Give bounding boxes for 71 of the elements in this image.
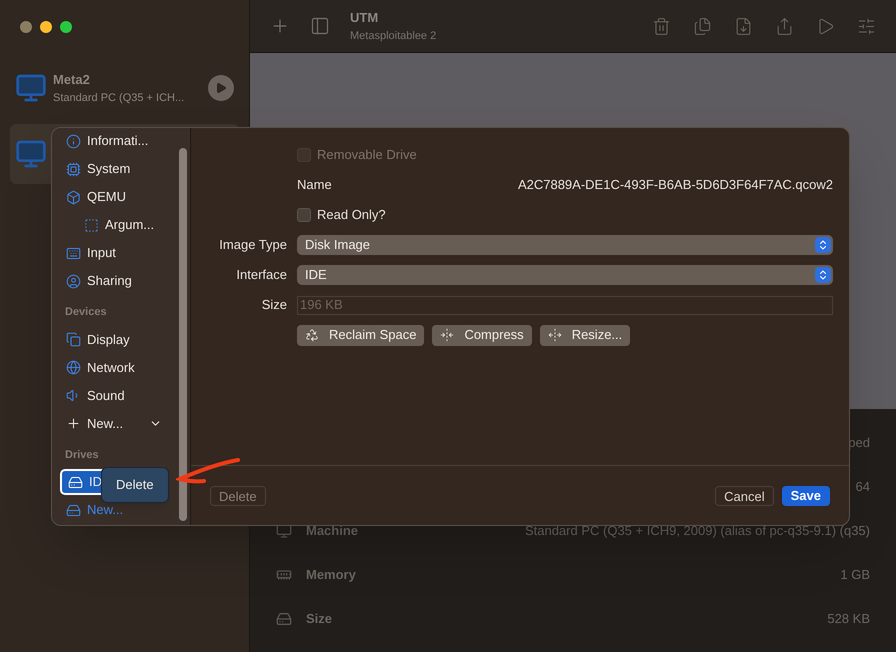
sidebar-item[interactable]: QEMU (60, 184, 168, 210)
sidebar-item[interactable]: Sound (60, 382, 168, 408)
action-button[interactable]: Reclaim Space (297, 324, 424, 346)
play-icon (215, 82, 227, 94)
sidebar-icon[interactable] (310, 16, 330, 36)
checkbox[interactable] (297, 208, 311, 222)
sidebar-item[interactable]: Informati... (60, 128, 168, 154)
menu-item[interactable]: Delete (104, 470, 166, 500)
scrollbar[interactable] (179, 148, 187, 521)
cube-icon (66, 190, 81, 204)
zoom-button[interactable] (60, 21, 72, 33)
recycle-icon (305, 328, 319, 342)
stepper-icon (815, 237, 831, 253)
detail-value: 1 GB (840, 566, 870, 584)
document-download-icon[interactable] (734, 16, 753, 36)
field-label: Size (260, 296, 287, 314)
sidebar-item[interactable]: Argum... (78, 212, 168, 238)
text-field-icon (84, 218, 99, 232)
window-subtitle: Metasploitablee 2 (350, 28, 438, 44)
settings-icon[interactable] (857, 16, 876, 36)
globe-icon (66, 360, 81, 375)
close-button[interactable] (20, 21, 32, 33)
detail-value: 528 KB (827, 610, 870, 628)
play-button[interactable] (208, 75, 234, 101)
drive-icon (68, 474, 83, 490)
detail-label: Size (306, 610, 332, 628)
sidebar-item[interactable]: Network (60, 354, 168, 380)
expand-icon (548, 328, 562, 342)
detail-label: Machine (306, 522, 358, 540)
detail-label: Memory (306, 566, 356, 584)
checkbox-label: Read Only? (317, 206, 386, 224)
drive-icon (276, 611, 292, 627)
copy-icon[interactable] (693, 16, 712, 36)
monitor-icon (15, 72, 47, 104)
vm-subtitle: Standard PC (Q35 + ICH... (53, 90, 186, 106)
drive-icon (66, 502, 81, 518)
detail-value: Standard PC (Q35 + ICH9, 2009) (alias of pc-q35-9.1) (q35) (524, 522, 870, 540)
action-button[interactable]: Compress (432, 324, 532, 346)
minimize-button[interactable] (40, 21, 52, 33)
field-label: Image Type (218, 236, 287, 254)
checkbox-label: Removable Drive (317, 146, 417, 164)
share-icon[interactable] (775, 16, 794, 36)
stepper-icon (815, 267, 831, 283)
window-title: UTM (350, 9, 380, 27)
info-icon (66, 134, 81, 148)
sidebar-item[interactable]: Input (60, 240, 168, 266)
plus-icon (66, 416, 81, 431)
name-value: A2C7889A-DE1C-493F-B6AB-5D6D3F64F7AC.qcow2 (518, 176, 833, 194)
sidebar-item[interactable]: New... (60, 410, 168, 436)
save-button[interactable]: Save (782, 486, 830, 506)
select-field[interactable]: IDE (297, 265, 833, 285)
action-button[interactable]: Resize... (540, 324, 630, 346)
windows-icon (66, 332, 81, 347)
cancel-button[interactable]: Cancel (715, 486, 774, 506)
sidebar-item[interactable]: Display (60, 326, 168, 352)
user-icon (66, 274, 81, 288)
field-label: Interface (235, 266, 287, 284)
select-field[interactable]: Disk Image (297, 235, 833, 255)
section-header: Drives (64, 448, 100, 462)
sidebar-item[interactable]: Sharing (60, 268, 168, 294)
vm-name: Meta2 (53, 71, 91, 89)
detail-value: 64 (856, 478, 870, 496)
compress-icon (440, 328, 454, 342)
field-label: Name (297, 176, 332, 194)
chip-icon (66, 162, 81, 176)
sidebar-item[interactable]: System (60, 156, 168, 182)
monitor-icon (15, 138, 47, 170)
vm-item[interactable]: Meta2 Standard PC (Q35 + ICH... (10, 58, 239, 118)
keyboard-icon (66, 246, 81, 260)
trash-icon[interactable] (652, 16, 671, 36)
section-header: Devices (64, 305, 108, 320)
